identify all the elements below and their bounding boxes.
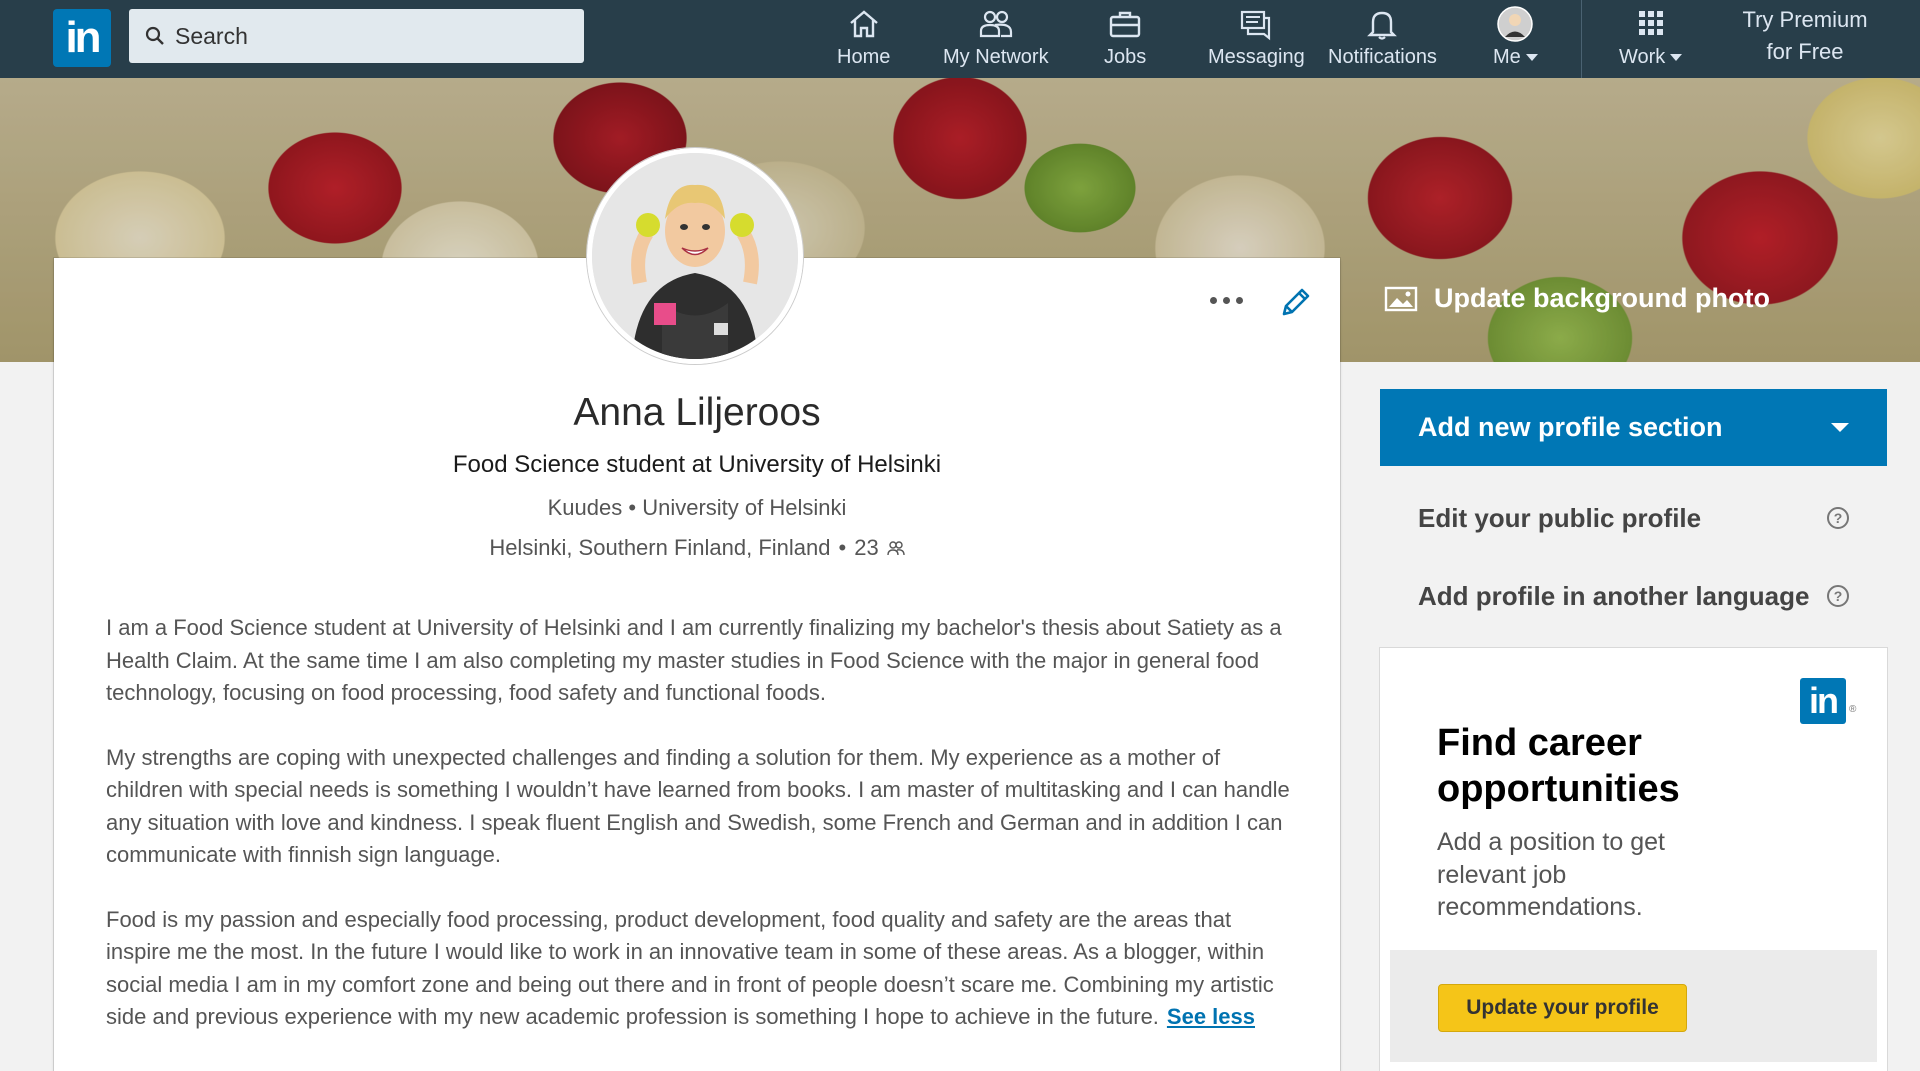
nav-home[interactable]: Home — [837, 6, 890, 74]
search-box[interactable] — [129, 9, 584, 63]
nav-home-label: Home — [837, 46, 891, 68]
nav-jobs[interactable]: Jobs — [1104, 6, 1146, 74]
help-icon[interactable]: ? — [1827, 507, 1849, 529]
network-icon — [979, 10, 1012, 38]
profile-affiliations: Kuudes • University of Helsinki — [54, 495, 1340, 521]
profile-headline: Food Science student at University of He… — [452, 451, 942, 478]
see-less-link[interactable]: See less — [1167, 1004, 1255, 1029]
update-your-profile-button[interactable]: Update your profile — [1438, 984, 1687, 1032]
nav-my-network-label: My Network — [943, 46, 1049, 68]
current-company[interactable]: Kuudes — [548, 495, 623, 520]
more-dot-icon — [1235, 296, 1243, 304]
education-school[interactable]: University of Helsinki — [642, 495, 846, 520]
add-new-profile-section-button[interactable]: Add new profile section — [1380, 389, 1887, 466]
nav-work[interactable]: Work — [1619, 6, 1683, 74]
separator-dot: • — [628, 495, 637, 520]
more-dot-icon — [1209, 296, 1217, 304]
search-icon — [145, 26, 164, 45]
update-background-photo-button[interactable]: Update background photo — [1384, 283, 1770, 314]
edit-public-profile-link[interactable]: Edit your public profile ? — [1380, 488, 1887, 548]
add-new-profile-section-label: Add new profile section — [1418, 412, 1723, 442]
linkedin-logo: in — [1800, 678, 1846, 724]
nav-notifications[interactable]: Notifications — [1328, 6, 1437, 74]
chevron-down-icon — [1831, 423, 1849, 432]
profile-name: Anna Liljeroos — [573, 391, 821, 434]
try-premium-link[interactable]: Try Premium for Free — [1710, 4, 1900, 68]
more-actions-button[interactable] — [1204, 288, 1248, 312]
nav-messaging-label: Messaging — [1208, 46, 1305, 68]
summary-paragraph: I am a Food Science student at Universit… — [106, 615, 1282, 705]
edit-public-profile-label: Edit your public profile — [1418, 502, 1702, 533]
summary-paragraph-last: Food is my passion and especially food p… — [106, 906, 1274, 1030]
update-background-photo-label: Update background photo — [1434, 283, 1770, 313]
chevron-down-icon — [1670, 54, 1683, 62]
help-icon[interactable]: ? — [1827, 585, 1849, 607]
ad-text: Add a position to get relevant job recom… — [1437, 828, 1665, 921]
nav-notifications-label: Notifications — [1328, 46, 1437, 68]
profile-summary: I am a Food Science student at Universit… — [106, 612, 1296, 1066]
top-nav: in Home My Network Jobs Messaging Notifi… — [0, 0, 1920, 78]
chevron-down-icon — [1525, 54, 1538, 62]
more-dot-icon — [1222, 296, 1230, 304]
edit-pencil-icon[interactable] — [1276, 284, 1314, 322]
add-profile-language-link[interactable]: Add profile in another language ? — [1380, 566, 1887, 626]
profile-card: Anna Liljeroos Food Science student at U… — [54, 148, 1340, 1071]
image-icon — [1384, 286, 1418, 311]
search-input[interactable] — [175, 22, 575, 50]
briefcase-icon — [1109, 11, 1141, 38]
profile-location-row: Helsinki, Southern Finland, Finland • 23 — [54, 535, 1340, 561]
profile-photo[interactable] — [587, 148, 803, 364]
connections-count[interactable]: 23 — [854, 535, 878, 561]
nav-me[interactable]: Me — [1493, 6, 1538, 74]
nav-work-label: Work — [1619, 46, 1683, 69]
career-ad-card: in ® Find career opportunities Add a pos… — [1380, 648, 1887, 1071]
connections-icon — [886, 541, 905, 556]
separator-dot: • — [838, 535, 847, 560]
add-profile-language-label: Add profile in another language — [1418, 580, 1810, 611]
profile-location: Helsinki, Southern Finland, Finland — [489, 535, 831, 560]
profile-photo-image — [592, 153, 798, 359]
summary-paragraph: My strengths are coping with unexpected … — [106, 744, 1290, 868]
bell-icon — [1367, 11, 1398, 40]
premium-line-2: for Free — [1766, 39, 1844, 64]
nav-my-network[interactable]: My Network — [943, 6, 1049, 74]
premium-line-1: Try Premium — [1742, 7, 1868, 32]
nav-divider — [1581, 0, 1582, 78]
ad-title: Find career opportunities — [1437, 722, 1680, 810]
nav-messaging[interactable]: Messaging — [1208, 6, 1305, 74]
nav-jobs-label: Jobs — [1104, 46, 1147, 68]
linkedin-logo[interactable]: in — [53, 9, 111, 67]
grid-icon — [1638, 11, 1663, 35]
ad-footer: Update your profile — [1390, 950, 1877, 1062]
messaging-icon — [1241, 10, 1271, 41]
nav-me-label: Me — [1493, 46, 1538, 69]
registered-mark: ® — [1849, 704, 1857, 715]
avatar — [1497, 6, 1534, 42]
home-icon — [849, 10, 878, 38]
